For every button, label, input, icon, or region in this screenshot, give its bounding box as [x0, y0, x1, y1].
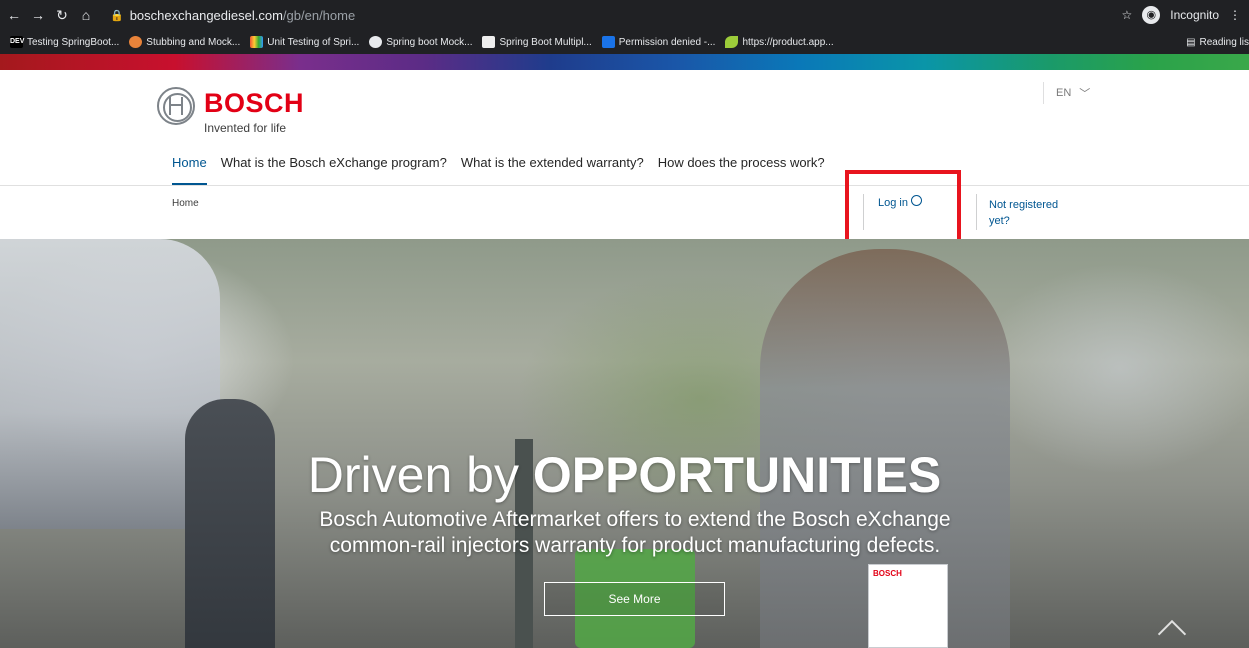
bookmark-item[interactable]: Spring Boot Multipl... — [482, 36, 592, 48]
bookmark-label: Permission denied -... — [618, 36, 716, 48]
bookmark-label: Stubbing and Mock... — [146, 36, 241, 48]
language-label: EN — [1056, 87, 1072, 99]
dev-icon: DEV — [10, 36, 24, 48]
bookmark-item[interactable]: Unit Testing of Spri... — [250, 36, 359, 48]
bosch-logo-icon[interactable] — [157, 87, 195, 125]
hero-title: Driven by OPPORTUNITIES — [0, 446, 1249, 504]
nav-exchange-program[interactable]: What is the Bosch eXchange program? — [221, 155, 447, 185]
hero-product-box: BOSCH — [868, 564, 948, 648]
brand-color-band — [0, 54, 1249, 70]
nav-extended-warranty[interactable]: What is the extended warranty? — [461, 155, 644, 185]
bookmark-item[interactable]: https://product.app... — [725, 36, 834, 48]
hero-title-light: Driven by — [307, 447, 533, 503]
reading-list-label: Reading lis — [1199, 36, 1249, 48]
hero-mechanic-image — [185, 399, 275, 648]
hero-banner: BOSCH Driven by OPPORTUNITIES Bosch Auto… — [0, 239, 1249, 648]
hero-title-bold: OPPORTUNITIES — [532, 447, 942, 503]
url-field[interactable]: 🔒 boschexchangediesel.com/gb/en/home — [110, 8, 355, 23]
browser-address-bar: ← → ↻ ⌂ 🔒 boschexchangediesel.com/gb/en/… — [0, 0, 1249, 30]
lock-icon: 🔒 — [110, 9, 124, 22]
see-more-button[interactable]: See More — [544, 582, 725, 616]
sub-navigation: Home Log in Not registered yet? — [0, 185, 1249, 239]
nav-home[interactable]: Home — [172, 155, 207, 185]
bookmark-item[interactable]: Spring boot Mock... — [369, 36, 472, 48]
bookmark-item[interactable]: Permission denied -... — [601, 36, 716, 48]
bookmark-favicon-icon — [482, 36, 496, 48]
bookmarks-bar: DEV Testing SpringBoot... Stubbing and M… — [0, 30, 1249, 54]
bookmark-favicon-icon — [250, 36, 264, 48]
bookmark-label: Unit Testing of Spri... — [267, 36, 360, 48]
leaf-icon — [725, 36, 739, 48]
main-navigation: Home What is the Bosch eXchange program?… — [172, 155, 839, 185]
star-icon[interactable]: ☆ — [1122, 8, 1133, 22]
bookmark-label: Testing SpringBoot... — [27, 36, 120, 48]
url-path: /gb/en/home — [282, 7, 356, 23]
bookmark-item[interactable]: Stubbing and Mock... — [129, 36, 240, 48]
bookmark-item[interactable]: DEV Testing SpringBoot... — [10, 36, 119, 48]
breadcrumb[interactable]: Home — [172, 198, 199, 209]
language-selector[interactable]: EN ﹀ — [1043, 82, 1090, 104]
url-host: boschexchangediesel.com — [129, 7, 283, 23]
bookmark-label: Spring boot Mock... — [386, 36, 473, 48]
hero-subtitle-line1: Bosch Automotive Aftermarket offers to e… — [319, 508, 951, 531]
reading-list[interactable]: ▤ Reading lis — [1186, 30, 1249, 54]
back-arrow-icon[interactable]: ← — [4, 7, 24, 23]
bookmark-favicon-icon — [129, 36, 143, 48]
chevron-down-icon: ﹀ — [1079, 88, 1091, 100]
register-link[interactable]: Not registered yet? — [976, 194, 1076, 230]
home-icon[interactable]: ⌂ — [76, 7, 96, 23]
product-box-label: BOSCH — [873, 569, 902, 578]
brand-tagline: Invented for life — [204, 121, 287, 135]
bookmark-label: Spring Boot Multipl... — [499, 36, 592, 48]
register-label-line2: yet? — [989, 215, 1010, 227]
brand-name[interactable]: BOSCH — [204, 88, 304, 119]
hero-subtitle-line2: common-rail injectors warranty for produ… — [329, 534, 941, 557]
incognito-icon[interactable]: ◉ — [1142, 6, 1161, 24]
bookmark-favicon-icon — [601, 36, 615, 48]
bookmark-label: https://product.app... — [742, 36, 834, 48]
scroll-up-icon[interactable] — [1157, 619, 1187, 648]
reload-icon[interactable]: ↻ — [52, 7, 72, 24]
reading-list-icon: ▤ — [1186, 36, 1196, 48]
menu-dots-icon[interactable]: ⋮ — [1229, 8, 1241, 22]
hero-subtitle: Bosch Automotive Aftermarket offers to e… — [285, 507, 985, 559]
bookmark-favicon-icon — [369, 36, 383, 48]
nav-process[interactable]: How does the process work? — [658, 155, 825, 185]
profile-label[interactable]: Incognito — [1170, 8, 1219, 22]
register-label-line1: Not registered — [989, 199, 1059, 211]
forward-arrow-icon[interactable]: → — [28, 7, 48, 23]
